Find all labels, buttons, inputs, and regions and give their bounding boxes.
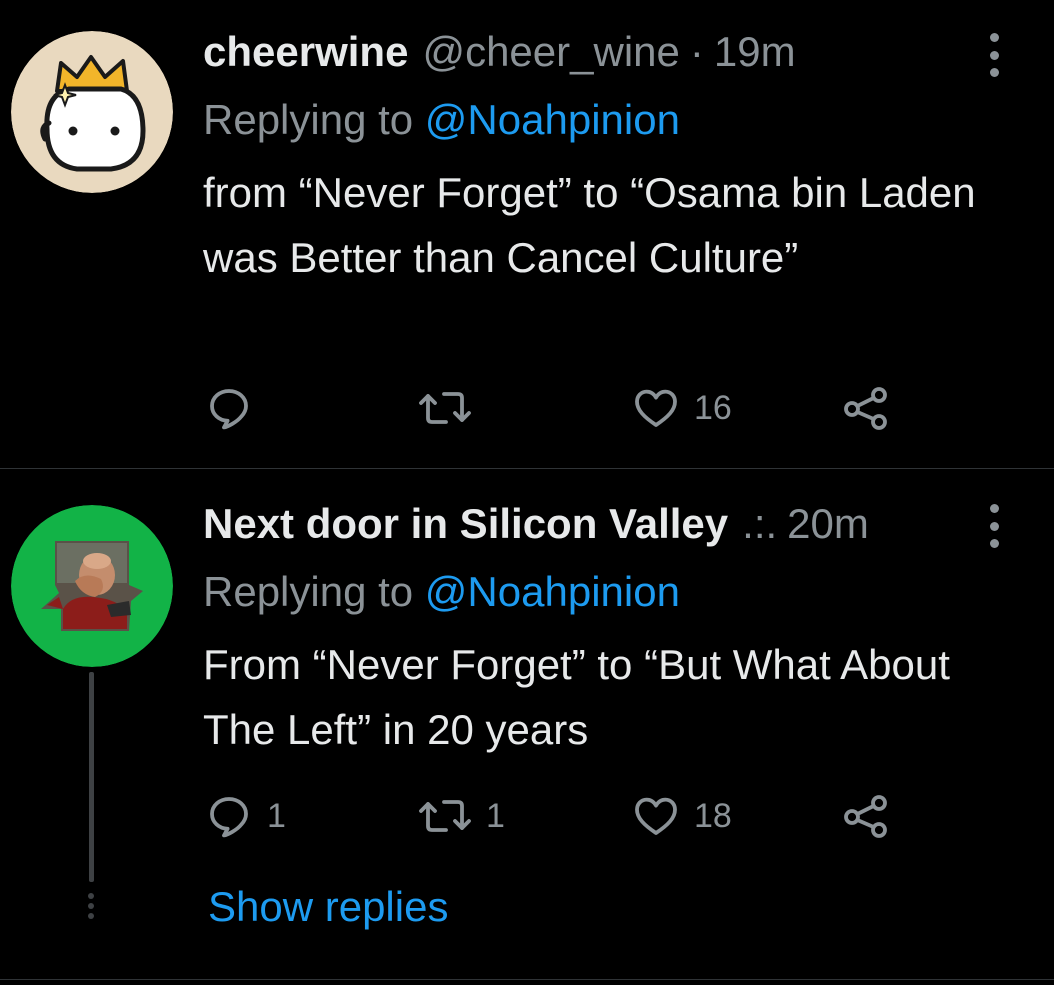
reply-icon <box>210 389 248 430</box>
retweet-button[interactable]: 1 <box>418 791 505 841</box>
share-icon <box>844 795 887 838</box>
timestamp[interactable]: 20m <box>787 500 869 548</box>
replying-to: Replying to @Noahpinion <box>203 568 680 616</box>
show-replies-link[interactable]: Show replies <box>208 883 448 931</box>
tweet-divider <box>0 979 1054 980</box>
tweet-header: Next door in Silicon Valley .:. 20m <box>203 500 869 550</box>
avatar-crown-blob[interactable] <box>11 31 173 193</box>
mention-link[interactable]: @Noahpinion <box>425 96 680 143</box>
retweet-icon <box>419 392 471 424</box>
tweet-text: From “Never Forget” to “But What About T… <box>203 641 950 753</box>
thread-connector-line <box>89 672 94 882</box>
like-count: 18 <box>694 796 732 835</box>
retweet-count: 1 <box>486 796 505 835</box>
thread-dot <box>88 903 94 909</box>
facepalm-avatar-icon <box>11 505 173 667</box>
like-button[interactable]: 16 <box>632 383 732 433</box>
thread-dot <box>88 913 94 919</box>
replying-to: Replying to @Noahpinion <box>203 96 680 144</box>
mention-link[interactable]: @Noahpinion <box>425 568 680 615</box>
reply-icon <box>210 797 248 838</box>
avatar-facepalm[interactable] <box>11 505 173 667</box>
retweet-icon <box>419 800 471 832</box>
crown-blob-avatar-icon <box>11 31 173 193</box>
tweet-header: cheerwine @cheer_wine · 19m <box>203 28 796 78</box>
thread-dots <box>86 891 96 921</box>
more-options-button[interactable] <box>980 504 1008 548</box>
display-name[interactable]: Next door in Silicon Valley <box>203 500 728 548</box>
share-icon <box>844 387 887 430</box>
more-options-icon <box>989 33 999 42</box>
retweet-button[interactable] <box>418 383 486 433</box>
tweet-cheerwine[interactable]: cheerwine @cheer_wine · 19m Replying to … <box>0 0 1054 468</box>
more-options-icon <box>989 504 999 513</box>
replying-label: Replying to <box>203 568 425 615</box>
tweet-actions: 16 <box>205 383 905 433</box>
reply-button[interactable]: 1 <box>205 791 286 841</box>
share-button[interactable] <box>841 791 891 841</box>
tweet-text: from “Never Forget” to “Osama bin Laden … <box>203 169 976 281</box>
tweet-next-door[interactable]: Next door in Silicon Valley .:. 20m Repl… <box>0 469 1054 979</box>
reply-count: 1 <box>267 796 286 835</box>
timestamp[interactable]: 19m <box>714 28 796 76</box>
more-options-icon-dot <box>989 521 999 531</box>
share-button[interactable] <box>841 383 891 433</box>
tweet-actions: 1 1 18 <box>205 791 905 841</box>
thread-dot <box>88 893 94 899</box>
more-options-icon-dot <box>989 50 999 60</box>
display-name[interactable]: cheerwine <box>203 28 408 76</box>
more-options-button[interactable] <box>980 33 1008 77</box>
user-handle[interactable]: .:. <box>742 500 777 548</box>
replying-label: Replying to <box>203 96 425 143</box>
user-handle[interactable]: @cheer_wine <box>422 28 679 76</box>
separator-dot: · <box>689 28 704 75</box>
more-options-icon-dot <box>989 68 999 77</box>
reply-button[interactable] <box>205 383 267 433</box>
more-options-icon-dot <box>989 539 999 548</box>
like-count: 16 <box>694 388 732 427</box>
heart-icon <box>635 797 677 835</box>
heart-icon <box>635 389 677 427</box>
like-button[interactable]: 18 <box>632 791 732 841</box>
